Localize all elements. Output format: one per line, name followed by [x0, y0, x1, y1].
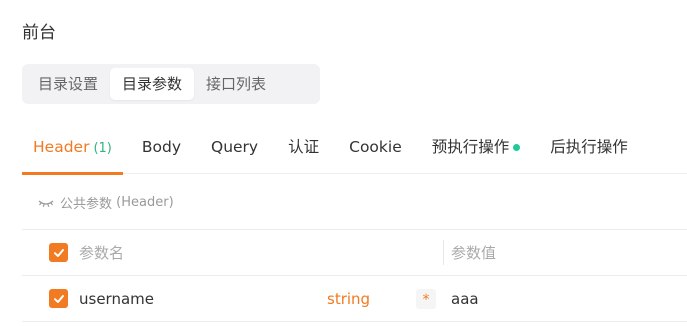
table-header-row: 参数名 参数值 [22, 230, 687, 276]
header-param-value: 参数值 [451, 244, 497, 262]
param-name-input[interactable]: username [79, 290, 154, 308]
tab-pre-execution[interactable]: 预执行操作 [421, 128, 532, 174]
tab-pre-execution-label: 预执行操作 [431, 138, 510, 156]
row-checkbox[interactable] [49, 289, 68, 308]
param-value-input[interactable]: aaa [451, 290, 479, 308]
tab-cookie[interactable]: Cookie [338, 128, 413, 174]
directory-tabs: 目录设置 目录参数 接口列表 [22, 64, 320, 104]
tab-query[interactable]: Query [200, 128, 269, 174]
tab-header[interactable]: Header (1) [22, 128, 123, 175]
shared-params-toggle[interactable]: 公共参数 (Header) [38, 193, 174, 212]
check-icon [53, 294, 64, 303]
tab-header-count: (1) [93, 141, 112, 156]
tab-header-label: Header [33, 138, 90, 156]
tab-auth[interactable]: 认证 [277, 128, 330, 174]
check-icon [53, 248, 64, 257]
shared-params-label: 公共参数 [60, 197, 113, 212]
select-all-checkbox[interactable] [49, 243, 68, 262]
tab-directory-params[interactable]: 目录参数 [110, 68, 195, 100]
shared-params-suffix: (Header) [116, 195, 174, 210]
tab-body[interactable]: Body [131, 128, 192, 174]
table-row: username string * aaa [22, 276, 687, 322]
required-toggle[interactable]: * [416, 288, 436, 309]
tab-api-list[interactable]: 接口列表 [194, 68, 278, 100]
params-table: 参数名 参数值 username string * aaa [22, 229, 687, 322]
param-tabs: Header (1) Body Query 认证 Cookie 预执行操作 后执行… [22, 128, 687, 175]
status-dot-icon [513, 144, 521, 151]
eye-closed-icon [38, 199, 54, 207]
page-title: 前台 [22, 23, 56, 43]
param-type-select[interactable]: string [327, 290, 370, 308]
tab-directory-settings[interactable]: 目录设置 [26, 68, 110, 100]
column-divider[interactable] [443, 240, 444, 265]
header-param-name: 参数名 [79, 244, 125, 262]
tab-post-execution[interactable]: 后执行操作 [539, 128, 639, 174]
